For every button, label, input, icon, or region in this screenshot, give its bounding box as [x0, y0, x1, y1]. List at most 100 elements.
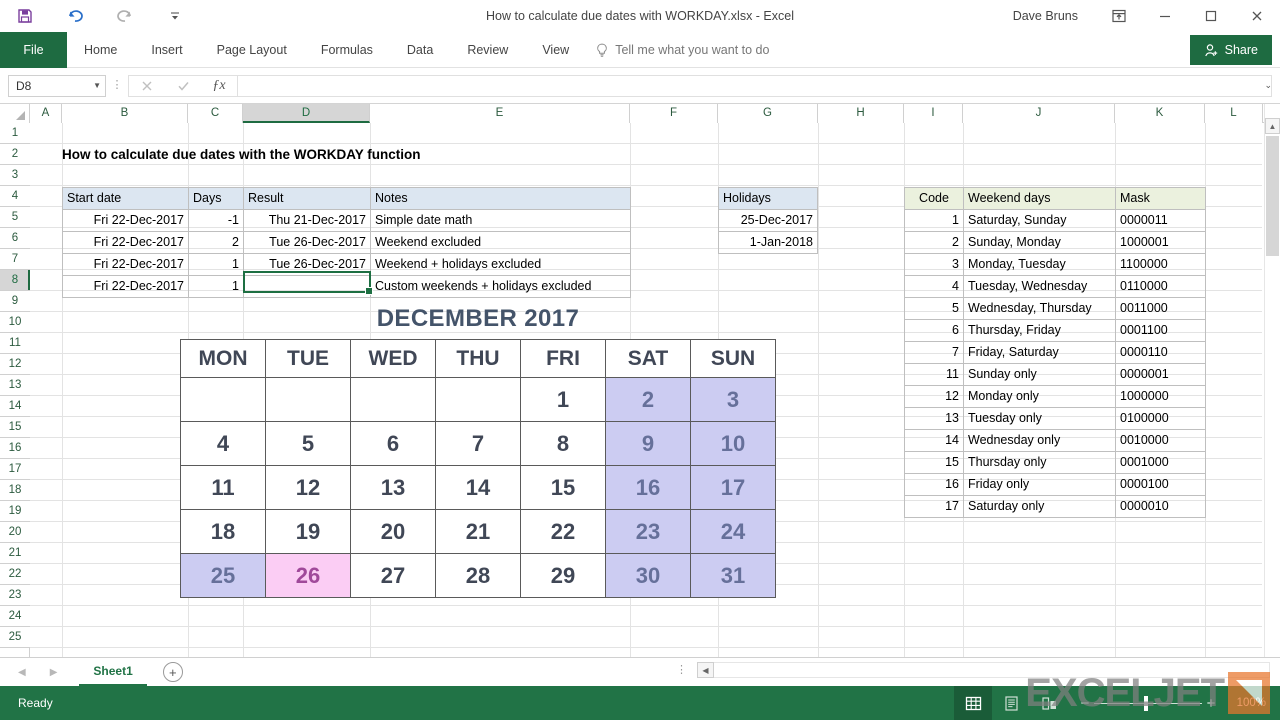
row-header-16[interactable]: 16	[0, 438, 30, 459]
tab-home[interactable]: Home	[67, 32, 134, 68]
share-button[interactable]: Share	[1189, 35, 1272, 65]
row-header-13[interactable]: 13	[0, 375, 30, 396]
zoom-in-button[interactable]: +	[1202, 695, 1220, 712]
tell-me-box[interactable]: Tell me what you want to do	[586, 32, 783, 68]
cancel-button[interactable]	[129, 75, 165, 97]
cell-code[interactable]: 4	[904, 275, 964, 298]
cell-days[interactable]: 1	[188, 275, 244, 298]
table-row[interactable]: 15 Thursday only 0001000	[904, 451, 1206, 474]
cell-holiday-date[interactable]: 25-Dec-2017	[718, 209, 818, 232]
normal-view-button[interactable]	[954, 686, 992, 720]
cell-notes[interactable]: Simple date math	[370, 209, 631, 232]
cell-weekend-days[interactable]: Tuesday only	[963, 407, 1116, 430]
row-header-17[interactable]: 17	[0, 459, 30, 480]
cell-weekend-days[interactable]: Sunday only	[963, 363, 1116, 386]
cell-code[interactable]: 7	[904, 341, 964, 364]
row-header-21[interactable]: 21	[0, 543, 30, 564]
table-row[interactable]: 3 Monday, Tuesday 1100000	[904, 253, 1206, 276]
row-header-2[interactable]: 2	[0, 144, 30, 165]
table-row[interactable]: 17 Saturday only 0000010	[904, 495, 1206, 518]
column-header-a[interactable]: A	[30, 104, 62, 123]
vertical-scrollbar[interactable]: ▲	[1264, 104, 1280, 657]
column-header-k[interactable]: K	[1115, 104, 1205, 123]
column-header-j[interactable]: J	[963, 104, 1115, 123]
cell-weekend-days[interactable]: Wednesday, Thursday	[963, 297, 1116, 320]
row-header-25[interactable]: 25	[0, 627, 30, 648]
page-break-preview-button[interactable]	[1030, 686, 1068, 720]
cell-start-date[interactable]: Fri 22-Dec-2017	[62, 209, 189, 232]
maximize-button[interactable]	[1188, 0, 1234, 32]
cell-days[interactable]: 1	[188, 253, 244, 276]
scroll-left-button[interactable]: ◀	[697, 662, 714, 678]
tab-view[interactable]: View	[525, 32, 586, 68]
cell-result-selected[interactable]	[243, 275, 371, 298]
cell-start-date[interactable]: Fri 22-Dec-2017	[62, 231, 189, 254]
row-header-11[interactable]: 11	[0, 333, 30, 354]
cell-days[interactable]: -1	[188, 209, 244, 232]
prev-sheet-icon[interactable]: ◀	[18, 667, 26, 678]
tab-review[interactable]: Review	[450, 32, 525, 68]
tab-insert[interactable]: Insert	[134, 32, 199, 68]
table-row[interactable]: 13 Tuesday only 0100000	[904, 407, 1206, 430]
horizontal-scrollbar[interactable]: ⋮ ◀	[676, 662, 1270, 678]
cell-code[interactable]: 1	[904, 209, 964, 232]
column-header-h[interactable]: H	[818, 104, 904, 123]
cell-weekend-days[interactable]: Monday only	[963, 385, 1116, 408]
expand-formula-bar-button[interactable]: ⌄	[1264, 80, 1272, 91]
cell-mask[interactable]: 0000001	[1115, 363, 1206, 386]
table-row[interactable]: 4 Tuesday, Wednesday 0110000	[904, 275, 1206, 298]
main-data-table[interactable]: Start date Days Result Notes Fri 22-Dec-…	[62, 187, 631, 298]
cell-mask[interactable]: 1000000	[1115, 385, 1206, 408]
insert-function-button[interactable]: ƒx	[201, 75, 237, 97]
cell-notes[interactable]: Weekend excluded	[370, 231, 631, 254]
column-header-c[interactable]: C	[188, 104, 243, 123]
column-header-i[interactable]: I	[904, 104, 963, 123]
table-row[interactable]: 6 Thursday, Friday 0001100	[904, 319, 1206, 342]
row-header-4[interactable]: 4	[0, 186, 30, 207]
row-header-8[interactable]: 8	[0, 270, 30, 291]
cell-weekend-days[interactable]: Thursday only	[963, 451, 1116, 474]
cell-code[interactable]: 17	[904, 495, 964, 518]
page-layout-view-button[interactable]	[992, 686, 1030, 720]
cell-mask[interactable]: 0110000	[1115, 275, 1206, 298]
cell-code[interactable]: 15	[904, 451, 964, 474]
row-header-22[interactable]: 22	[0, 564, 30, 585]
cell-mask[interactable]: 0000110	[1115, 341, 1206, 364]
cell-code[interactable]: 5	[904, 297, 964, 320]
row-header-7[interactable]: 7	[0, 249, 30, 270]
cell-code[interactable]: 12	[904, 385, 964, 408]
cell-mask[interactable]: 0001100	[1115, 319, 1206, 342]
cell-mask[interactable]: 0001000	[1115, 451, 1206, 474]
row-header-6[interactable]: 6	[0, 228, 30, 249]
scrollbar-resize-handle[interactable]: ⋮	[676, 664, 687, 675]
cell-mask[interactable]: 0010000	[1115, 429, 1206, 452]
column-header-d[interactable]: D	[243, 104, 370, 123]
cell-code[interactable]: 16	[904, 473, 964, 496]
row-header-10[interactable]: 10	[0, 312, 30, 333]
row-header-9[interactable]: 9	[0, 291, 30, 312]
vertical-scrollbar-thumb[interactable]	[1266, 136, 1279, 256]
tab-page-layout[interactable]: Page Layout	[200, 32, 304, 68]
formula-bar-handle[interactable]: ⋮	[106, 80, 128, 91]
table-row[interactable]: 2 Sunday, Monday 1000001	[904, 231, 1206, 254]
formula-input[interactable]	[237, 74, 1272, 97]
column-header-e[interactable]: E	[370, 104, 630, 123]
cell-mask[interactable]: 0011000	[1115, 297, 1206, 320]
minimize-button[interactable]	[1142, 0, 1188, 32]
next-sheet-icon[interactable]: ▶	[50, 667, 58, 678]
cell-result[interactable]: Tue 26-Dec-2017	[243, 231, 371, 254]
row-header-14[interactable]: 14	[0, 396, 30, 417]
table-row[interactable]: 1 Saturday, Sunday 0000011	[904, 209, 1206, 232]
zoom-out-button[interactable]: −	[1076, 695, 1094, 712]
cell-weekend-days[interactable]: Sunday, Monday	[963, 231, 1116, 254]
cell-weekend-days[interactable]: Wednesday only	[963, 429, 1116, 452]
table-row[interactable]: Fri 22-Dec-2017 2 Tue 26-Dec-2017 Weeken…	[62, 231, 631, 254]
sheet-tab-sheet1[interactable]: Sheet1	[79, 658, 147, 686]
table-row[interactable]: Fri 22-Dec-2017 1 Custom weekends + holi…	[62, 275, 631, 298]
column-header-f[interactable]: F	[630, 104, 718, 123]
cell-code[interactable]: 3	[904, 253, 964, 276]
horizontal-scrollbar-track[interactable]	[714, 662, 1270, 678]
table-row[interactable]: 1-Jan-2018	[718, 231, 818, 254]
table-row[interactable]: 7 Friday, Saturday 0000110	[904, 341, 1206, 364]
row-header-18[interactable]: 18	[0, 480, 30, 501]
